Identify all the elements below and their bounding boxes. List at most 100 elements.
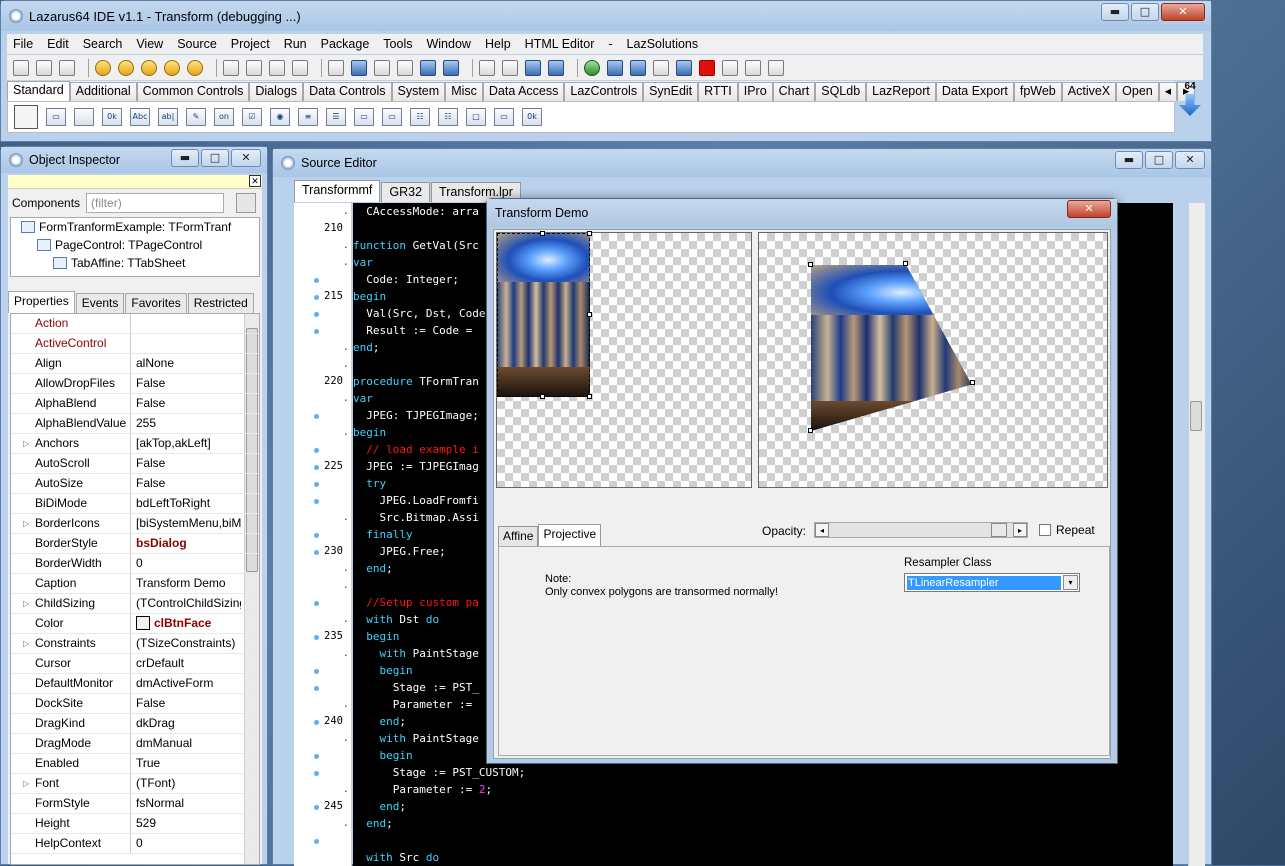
expand-icon[interactable]: ▷ bbox=[23, 779, 29, 788]
property-value[interactable]: fsNormal bbox=[131, 794, 241, 813]
resize-handle[interactable] bbox=[587, 312, 592, 317]
breakpoint-dot-icon[interactable] bbox=[314, 312, 319, 317]
new-form-icon[interactable] bbox=[36, 59, 52, 76]
ide-titlebar[interactable]: Lazarus64 IDE v1.1 - Transform (debuggin… bbox=[1, 1, 1211, 31]
property-value[interactable]: alNone bbox=[131, 354, 241, 373]
property-value[interactable]: 0 bbox=[131, 834, 241, 853]
property-value[interactable]: bsDialog bbox=[131, 534, 241, 553]
breakpoint-dot-icon[interactable] bbox=[314, 295, 319, 300]
property-value[interactable]: (TFont) bbox=[131, 774, 241, 793]
source-image-view[interactable] bbox=[496, 231, 752, 488]
menu-item-search[interactable]: Search bbox=[83, 37, 123, 51]
palette-tab-data-access[interactable]: Data Access bbox=[482, 82, 565, 101]
property-row[interactable]: Caption Transform Demo bbox=[11, 574, 259, 594]
hint-close-button[interactable]: ✕ bbox=[249, 175, 261, 187]
groupbox-icon[interactable]: ▭ bbox=[382, 108, 402, 126]
tree-node[interactable]: FormTranformExample: TFormTranf bbox=[11, 218, 259, 236]
close-button[interactable]: ✕ bbox=[231, 149, 261, 167]
tab-projective[interactable]: Projective bbox=[538, 524, 602, 546]
menu-item-view[interactable]: View bbox=[136, 37, 163, 51]
property-row[interactable]: Enabled True bbox=[11, 754, 259, 774]
radiogroup-icon[interactable]: ☷ bbox=[410, 108, 430, 126]
menu-item-help[interactable]: Help bbox=[485, 37, 511, 51]
property-grid[interactable]: Action ActiveControl Align alNone AllowDropF… bbox=[10, 313, 260, 865]
property-row[interactable]: Action bbox=[11, 314, 259, 334]
property-value[interactable]: [akTop,akLeft] bbox=[131, 434, 241, 453]
expand-icon[interactable]: ▷ bbox=[23, 439, 29, 448]
layout-icon[interactable] bbox=[420, 59, 436, 76]
repeat-checkbox[interactable] bbox=[1039, 524, 1051, 536]
property-row[interactable]: DefaultMonitor dmActiveForm bbox=[11, 674, 259, 694]
property-value[interactable]: crDefault bbox=[131, 654, 241, 673]
breakpoint-dot-icon[interactable] bbox=[314, 278, 319, 283]
palette-tab-sqldb[interactable]: SQLdb bbox=[815, 82, 867, 101]
tab-events[interactable]: Events bbox=[75, 293, 125, 313]
property-row[interactable]: HelpContext 0 bbox=[11, 834, 259, 854]
palette-tab-ipro[interactable]: IPro bbox=[737, 82, 773, 101]
tab-affine[interactable]: Affine bbox=[498, 526, 539, 546]
listbox-icon[interactable]: ≡ bbox=[298, 108, 318, 126]
dialog-titlebar[interactable]: Transform Demo ✕ bbox=[487, 199, 1117, 227]
copy-icon[interactable] bbox=[292, 59, 308, 76]
maximize-button[interactable]: □ bbox=[1131, 3, 1159, 21]
breakpoint-dot-icon[interactable] bbox=[314, 550, 319, 555]
property-row[interactable]: ▷ Anchors [akTop,akLeft] bbox=[11, 434, 259, 454]
toggle-form-unit-icon[interactable] bbox=[269, 59, 285, 76]
resampler-select[interactable]: TLinearResampler ▾ bbox=[904, 573, 1080, 592]
package-icon[interactable] bbox=[351, 59, 367, 76]
palette-scroll-left[interactable]: ◂ bbox=[1158, 82, 1178, 101]
property-value[interactable]: False bbox=[131, 454, 241, 473]
breakpoint-dot-icon[interactable] bbox=[314, 448, 319, 453]
palette-tab-rtti[interactable]: RTTI bbox=[698, 82, 738, 101]
property-value[interactable]: 529 bbox=[131, 814, 241, 833]
property-value[interactable]: False bbox=[131, 474, 241, 493]
editor-tab-gr32[interactable]: GR32 bbox=[381, 182, 431, 202]
breakpoint-dot-icon[interactable] bbox=[314, 465, 319, 470]
checkbox-icon[interactable]: ☑ bbox=[242, 108, 262, 126]
tree-node[interactable]: TabAffine: TTabSheet bbox=[11, 254, 259, 272]
build-icon[interactable] bbox=[548, 59, 564, 76]
palette-tab-open[interactable]: Open bbox=[1116, 82, 1159, 101]
expand-icon[interactable]: ▷ bbox=[23, 599, 29, 608]
menu-item-package[interactable]: Package bbox=[321, 37, 370, 51]
property-row[interactable]: DragMode dmManual bbox=[11, 734, 259, 754]
label-icon[interactable]: Abc bbox=[130, 108, 150, 126]
property-row[interactable]: ▷ Font (TFont) bbox=[11, 774, 259, 794]
tab-restricted[interactable]: Restricted bbox=[187, 293, 254, 313]
corner-handle[interactable] bbox=[903, 261, 908, 266]
property-row[interactable]: AlphaBlendValue 255 bbox=[11, 414, 259, 434]
panel-icon[interactable]: □ bbox=[466, 108, 486, 126]
property-row[interactable]: ActiveControl bbox=[11, 334, 259, 354]
radiobutton-icon[interactable]: ◉ bbox=[270, 108, 290, 126]
popupmenu-icon[interactable] bbox=[74, 108, 94, 126]
step-into-icon[interactable] bbox=[722, 59, 738, 76]
property-row[interactable]: AllowDropFiles False bbox=[11, 374, 259, 394]
property-value[interactable]: False bbox=[131, 694, 241, 713]
run-icon[interactable] bbox=[584, 59, 600, 76]
source-editor-titlebar[interactable]: Source Editor ▬ □ ✕ bbox=[273, 149, 1211, 177]
property-value[interactable]: False bbox=[131, 394, 241, 413]
stop-icon[interactable] bbox=[699, 59, 715, 76]
save-all-icon[interactable] bbox=[164, 59, 180, 76]
mainmenu-icon[interactable]: ▭ bbox=[46, 108, 66, 126]
editor-scrollbar[interactable] bbox=[1188, 203, 1205, 866]
corner-handle[interactable] bbox=[970, 380, 975, 385]
menu-item-project[interactable]: Project bbox=[231, 37, 270, 51]
network-icon[interactable] bbox=[525, 59, 541, 76]
property-row[interactable]: BiDiMode bdLeftToRight bbox=[11, 494, 259, 514]
breakpoint-dot-icon[interactable] bbox=[314, 499, 319, 504]
palette-tab-data-controls[interactable]: Data Controls bbox=[303, 82, 392, 101]
property-row[interactable]: DockSite False bbox=[11, 694, 259, 714]
expand-icon[interactable]: ▷ bbox=[23, 519, 29, 528]
breakpoint-dot-icon[interactable] bbox=[314, 329, 319, 334]
maximize-button[interactable]: □ bbox=[201, 149, 229, 167]
property-row[interactable]: DragKind dkDrag bbox=[11, 714, 259, 734]
minimize-button[interactable]: ▬ bbox=[1115, 151, 1143, 169]
edit-icon[interactable]: ab| bbox=[158, 108, 178, 126]
property-value[interactable]: bdLeftToRight bbox=[131, 494, 241, 513]
property-row[interactable]: BorderStyle bsDialog bbox=[11, 534, 259, 554]
property-value[interactable]: 0 bbox=[131, 554, 241, 573]
line-gutter[interactable]: . 210.. 215.. 220.. 225. 230... 235.. 240.. 245. bbox=[294, 203, 352, 866]
breakpoint-dot-icon[interactable] bbox=[314, 754, 319, 759]
binoculars-icon[interactable] bbox=[479, 59, 495, 76]
